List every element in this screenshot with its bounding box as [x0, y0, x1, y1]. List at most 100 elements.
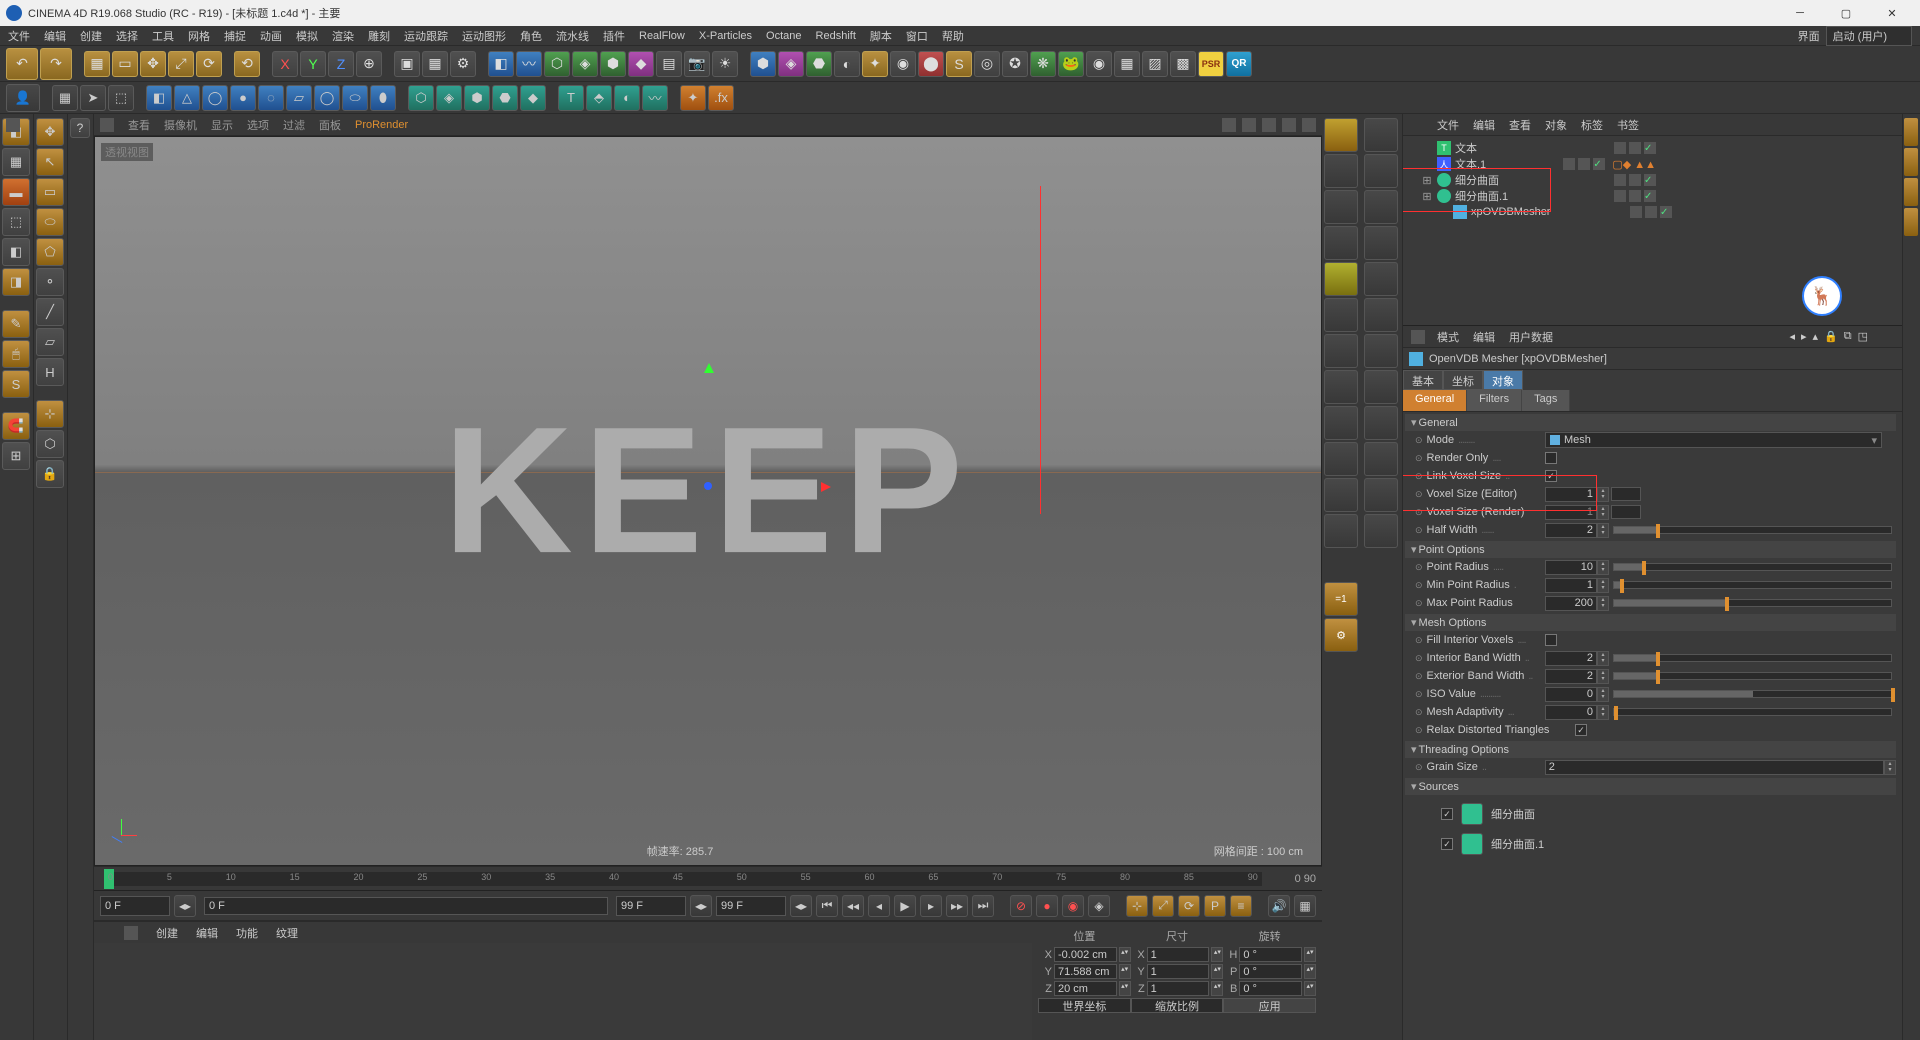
spinner[interactable]: ▴▾ [1211, 964, 1223, 979]
enable-flag[interactable] [1644, 174, 1656, 186]
tool-e-icon[interactable]: ✪ [1002, 51, 1028, 77]
vis-flag[interactable] [1614, 174, 1626, 186]
menu-item[interactable]: 角色 [520, 28, 542, 44]
end-frame-input-a[interactable]: 99 F [616, 896, 686, 916]
menu-item[interactable]: 雕刻 [368, 28, 390, 44]
menu-item[interactable]: 流水线 [556, 28, 589, 44]
dynamics-icon[interactable]: ◐ [834, 51, 860, 77]
nav-fwd-icon[interactable]: ▸ [1801, 330, 1807, 343]
menu-item[interactable]: 运动跟踪 [404, 28, 448, 44]
gizmo-x-axis[interactable] [708, 486, 828, 488]
key-anim-button[interactable]: ≡ [1230, 895, 1252, 917]
rotate-icon[interactable]: ⟳ [196, 51, 222, 77]
key-param-button[interactable]: P [1204, 895, 1226, 917]
frame-spin[interactable]: ◂▸ [790, 895, 812, 917]
sculpt-tool-icon[interactable] [1324, 514, 1358, 548]
grip-icon[interactable] [1411, 330, 1425, 344]
menu-item[interactable]: 帮助 [942, 28, 964, 44]
sculpt-tool-icon[interactable] [1324, 154, 1358, 188]
s-tool-icon[interactable]: S [2, 370, 30, 398]
render-flag[interactable] [1629, 190, 1641, 202]
sculpt-tool-icon[interactable] [1324, 226, 1358, 260]
sphere-icon[interactable]: ● [230, 85, 256, 111]
mesh-edit-icon[interactable]: ⬚ [108, 85, 134, 111]
gen1-icon[interactable]: ⬡ [408, 85, 434, 111]
octane-icon[interactable]: ◉ [1086, 51, 1112, 77]
iso-value-slider[interactable] [1613, 690, 1892, 698]
apply-button[interactable]: 应用 [1223, 998, 1316, 1013]
extra-tool-icon[interactable] [1364, 262, 1398, 296]
max-point-radius-input[interactable]: 200 [1545, 596, 1597, 611]
nav-back-icon[interactable]: ◂ [1789, 330, 1795, 343]
lasso-sel-icon[interactable]: ⬭ [36, 208, 64, 236]
palette-tab[interactable] [1904, 118, 1918, 146]
enable-flag[interactable] [1660, 206, 1672, 218]
camera-icon[interactable]: 📷 [684, 51, 710, 77]
spinner[interactable]: ▴▾ [1884, 760, 1896, 775]
menu-item[interactable]: 渲染 [332, 28, 354, 44]
iso-value-input[interactable]: 0 [1545, 687, 1597, 702]
cone-icon[interactable]: △ [174, 85, 200, 111]
mat-tab[interactable]: 创建 [156, 925, 178, 941]
array-icon[interactable]: ⬢ [600, 51, 626, 77]
mode-dropdown[interactable]: Mesh [1545, 432, 1882, 448]
view-menu-item[interactable]: 摄像机 [164, 117, 197, 133]
generator-icon[interactable]: ⬡ [544, 51, 570, 77]
record-button[interactable]: ⊘ [1010, 895, 1032, 917]
extra-tool-icon[interactable] [1364, 226, 1398, 260]
sim-icon[interactable]: ✦ [862, 51, 888, 77]
sculpt-tool-icon[interactable] [1324, 262, 1358, 296]
om-menu-item[interactable]: 书签 [1617, 117, 1639, 133]
subtab-general[interactable]: General [1403, 390, 1467, 411]
deformer-icon[interactable]: ◆ [628, 51, 654, 77]
nav-up-icon[interactable]: ▴ [1813, 330, 1819, 343]
exterior-band-slider[interactable] [1613, 672, 1892, 680]
lock-tool-icon[interactable]: 🔒 [36, 460, 64, 488]
fx1-icon[interactable]: ✦ [680, 85, 706, 111]
tool-c-icon[interactable]: S [946, 51, 972, 77]
tube-icon[interactable]: ◯ [202, 85, 228, 111]
torus-icon[interactable]: ◯ [314, 85, 340, 111]
gizmo-y-axis[interactable] [708, 366, 710, 486]
close-button[interactable]: ✕ [1870, 1, 1914, 25]
spinner[interactable]: ▴▾ [1597, 705, 1609, 720]
psr-button[interactable]: PSR [1198, 51, 1224, 77]
tool-b-icon[interactable]: ⬤ [918, 51, 944, 77]
cube-w-icon[interactable]: ⬚ [2, 208, 30, 236]
pos-z-input[interactable]: 20 cm [1054, 981, 1117, 996]
mesh-adaptivity-input[interactable]: 0 [1545, 705, 1597, 720]
link-icon[interactable]: ⧉ [1844, 330, 1852, 343]
next-key-button[interactable]: ▸▸ [946, 895, 968, 917]
tab-coord[interactable]: 坐标 [1443, 370, 1483, 390]
section-sources[interactable]: Sources [1405, 778, 1896, 795]
pen-tool-icon[interactable]: ✎ [2, 310, 30, 338]
gen3-icon[interactable]: ⬢ [464, 85, 490, 111]
attributes-panel[interactable]: General Mode........ Mesh Render Only...… [1403, 412, 1902, 1040]
material-manager[interactable] [94, 943, 1032, 1040]
view-menu-item[interactable]: 显示 [211, 117, 233, 133]
extra-tool-icon[interactable] [1364, 334, 1398, 368]
view-nav-icon[interactable] [1282, 118, 1296, 132]
cursor-tool-icon[interactable]: ↖ [36, 148, 64, 176]
next-frame-button[interactable]: ▸ [920, 895, 942, 917]
layout-dropdown[interactable]: 启动 (用户) [1826, 26, 1912, 46]
coord-space-dropdown[interactable]: 世界坐标 [1038, 998, 1131, 1013]
tool-f-icon[interactable]: ❋ [1030, 51, 1056, 77]
min-point-radius-input[interactable]: 1 [1545, 578, 1597, 593]
viewport[interactable]: 透视视图 KEEP 帧速率: 285.7 网格间距 : 100 cm [94, 136, 1322, 866]
view-menu-item[interactable]: 面板 [319, 117, 341, 133]
exterior-band-input[interactable]: 2 [1545, 669, 1597, 684]
subtab-filters[interactable]: Filters [1467, 390, 1522, 411]
spinner[interactable]: ▴▾ [1597, 687, 1609, 702]
cube-3d-icon[interactable]: ◧ [146, 85, 172, 111]
key-pos-button[interactable]: ⊹ [1126, 895, 1148, 917]
floor-icon[interactable]: ▤ [656, 51, 682, 77]
extra-tool-icon[interactable] [1364, 514, 1398, 548]
extra-tool-icon[interactable] [1364, 442, 1398, 476]
help-icon[interactable]: ? [70, 118, 90, 138]
menu-item[interactable]: 选择 [116, 28, 138, 44]
attr-menu-item[interactable]: 用户数据 [1509, 329, 1553, 345]
grip-icon[interactable] [124, 926, 138, 940]
qr-button[interactable]: QR [1226, 51, 1252, 77]
history-icon[interactable]: ⟲ [234, 51, 260, 77]
